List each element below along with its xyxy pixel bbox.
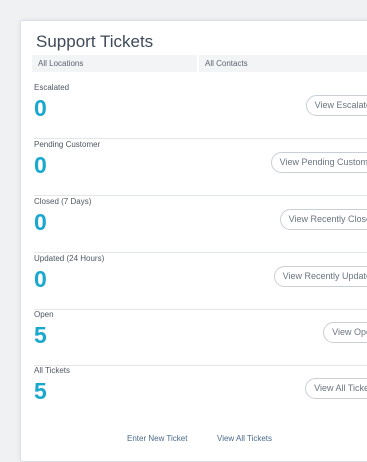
view-escalated-button[interactable]: View Escalated bbox=[305, 95, 367, 116]
card-title: Support Tickets bbox=[36, 32, 154, 51]
ticket-count: 0 bbox=[34, 266, 47, 292]
view-pending-customer-button[interactable]: View Pending Customer bbox=[270, 152, 367, 173]
section-open: Open 5 View Open bbox=[34, 309, 367, 366]
ticket-count: 0 bbox=[34, 209, 47, 235]
section-label: Updated (24 Hours) bbox=[34, 254, 105, 263]
section-label: All Tickets bbox=[34, 366, 71, 375]
section-label: Closed (7 Days) bbox=[34, 197, 92, 206]
section-escalated: Escalated 0 View Escalated bbox=[34, 82, 367, 139]
section-pending-customer: Pending Customer 0 View Pending Customer bbox=[34, 139, 367, 196]
ticket-count: 5 bbox=[34, 322, 47, 348]
section-label: Escalated bbox=[34, 83, 70, 92]
view-all-tickets-link[interactable]: View All Tickets bbox=[217, 434, 272, 443]
ticket-count: 0 bbox=[34, 95, 47, 121]
view-recently-closed-button[interactable]: View Recently Closed bbox=[279, 209, 367, 230]
section-updated: Updated (24 Hours) 0 View Recently Updat… bbox=[34, 253, 367, 310]
section-label: Pending Customer bbox=[34, 140, 101, 149]
section-closed: Closed (7 Days) 0 View Recently Closed bbox=[34, 196, 367, 253]
section-label: Open bbox=[34, 310, 54, 319]
view-recently-updated-button[interactable]: View Recently Updated bbox=[273, 266, 367, 287]
support-tickets-card: Support Tickets All Locations All Contac… bbox=[20, 20, 367, 462]
locations-filter[interactable]: All Locations bbox=[32, 55, 197, 72]
enter-new-ticket-link[interactable]: Enter New Ticket bbox=[127, 434, 187, 443]
filter-bar: All Locations All Contacts bbox=[32, 55, 367, 72]
ticket-count: 0 bbox=[34, 152, 47, 178]
contacts-filter[interactable]: All Contacts bbox=[199, 55, 367, 72]
view-open-button[interactable]: View Open bbox=[323, 322, 367, 343]
section-all-tickets: All Tickets 5 View All Tickets bbox=[34, 365, 367, 421]
view-all-tickets-button[interactable]: View All Tickets bbox=[305, 378, 367, 399]
ticket-count: 5 bbox=[34, 378, 47, 404]
